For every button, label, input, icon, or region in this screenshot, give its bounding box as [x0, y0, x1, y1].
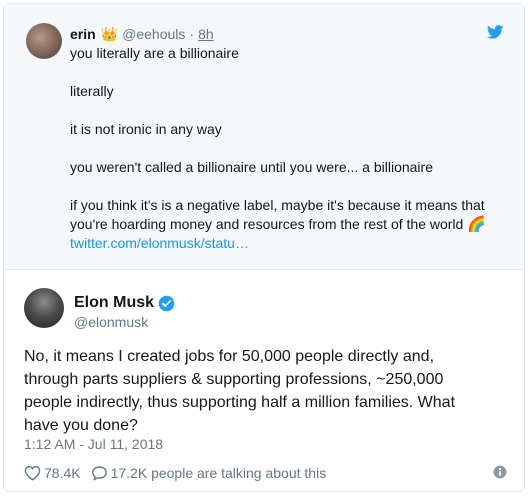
quoted-last-paragraph: if you think it's is a negative label, m…: [70, 196, 510, 253]
tweet-text: No, it means I created jobs for 50,000 p…: [24, 345, 514, 437]
quoted-tweet-text: you literally are a billionaire literall…: [70, 44, 510, 253]
quoted-line: if you think it's is a negative label, m…: [70, 197, 485, 213]
heart-icon: [24, 465, 41, 481]
quoted-author-name[interactable]: erin: [70, 26, 96, 42]
dot-separator: ·: [189, 26, 195, 42]
quoted-line: you're hoarding money and resources from…: [70, 216, 464, 232]
embedded-tweet-card: erin 👑 @eehouls · 8h you literally are a…: [3, 3, 525, 492]
like-count: 78.4K: [44, 465, 81, 481]
quoted-header: erin 👑 @eehouls · 8h: [70, 25, 214, 43]
quoted-tweet[interactable]: erin 👑 @eehouls · 8h you literally are a…: [4, 4, 524, 270]
quoted-line-with-emoji: you're hoarding money and resources from…: [70, 215, 510, 234]
twitter-bird-icon[interactable]: [487, 25, 504, 39]
like-button[interactable]: 78.4K: [24, 465, 81, 481]
quoted-author-handle[interactable]: @eehouls: [122, 26, 185, 42]
author-name[interactable]: Elon Musk: [74, 294, 154, 312]
verified-badge-icon: [158, 295, 175, 311]
rainbow-icon: 🌈: [467, 216, 486, 233]
quoted-line: you literally are a billionaire: [70, 45, 239, 61]
tweet-timestamp[interactable]: 1:12 AM - Jul 11, 2018: [24, 436, 163, 452]
author-handle[interactable]: @elonmusk: [74, 314, 148, 330]
quoted-line: literally: [70, 83, 114, 99]
tweet-text-line: people indirectly, thus supporting half …: [24, 394, 456, 411]
tweet-text-line: through parts suppliers & supporting pro…: [24, 371, 444, 388]
quoted-link[interactable]: twitter.com/elonmusk/statu…: [70, 234, 510, 253]
quoted-avatar[interactable]: [26, 23, 62, 59]
talking-count: 17.2K people are talking about this: [110, 465, 327, 481]
quoted-time[interactable]: 8h: [198, 26, 214, 42]
crown-icon: 👑: [100, 26, 119, 42]
quoted-line: it is not ironic in any way: [70, 121, 222, 137]
tweet-text-line: have you done?: [24, 417, 138, 434]
tweet-actions: 78.4K 17.2K people are talking about thi…: [24, 463, 326, 483]
replies-link[interactable]: 17.2K people are talking about this: [91, 465, 327, 481]
info-icon[interactable]: [493, 465, 507, 479]
author-name-row[interactable]: Elon Musk: [74, 294, 175, 312]
author-avatar[interactable]: [24, 288, 64, 328]
speech-bubble-icon: [91, 466, 107, 481]
quoted-line: you weren't called a billionaire until y…: [70, 159, 433, 175]
tweet-text-line: No, it means I created jobs for 50,000 p…: [24, 348, 435, 365]
